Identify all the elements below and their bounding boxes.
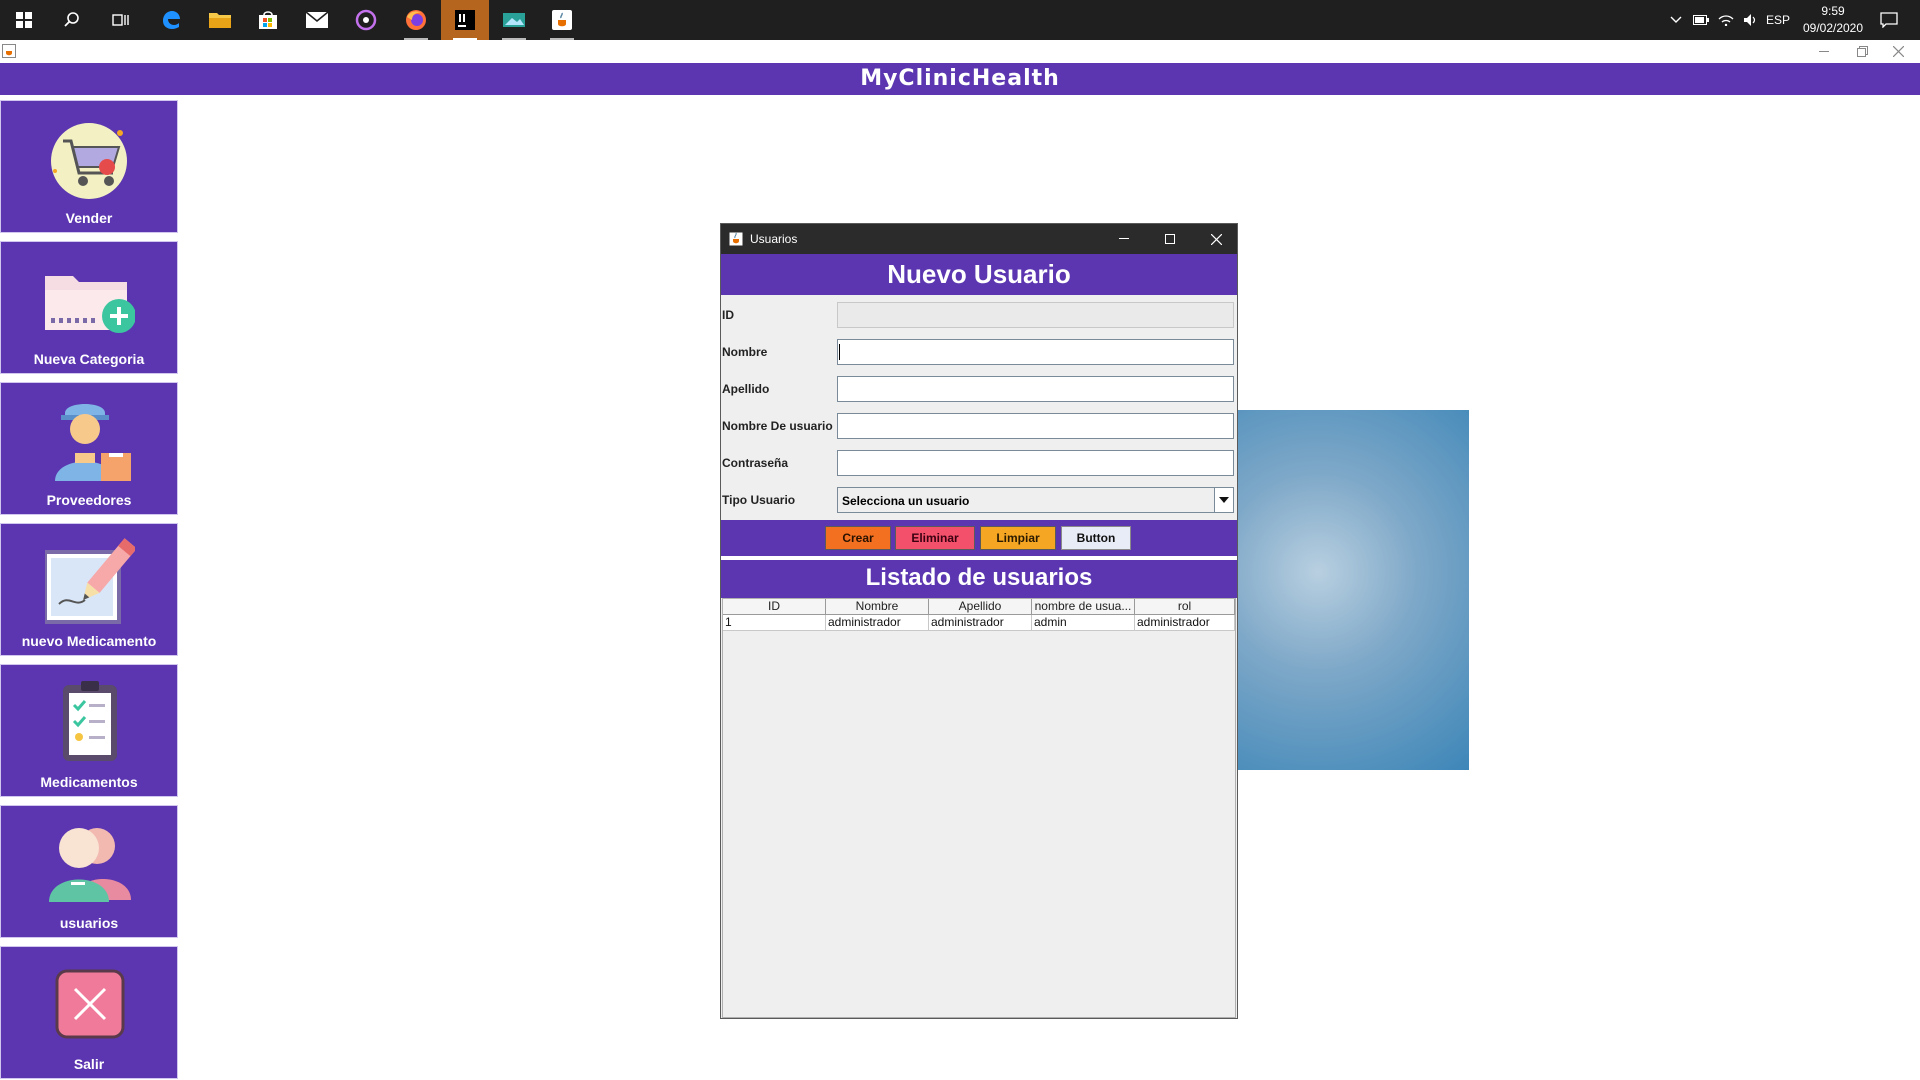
close-button[interactable] (1193, 224, 1239, 254)
form-row-nombre: Nombre (721, 336, 1237, 366)
chevron-up-icon[interactable] (1663, 0, 1689, 40)
column-header-id[interactable]: ID (723, 599, 826, 615)
sidebar-item-label: Proveedores (46, 492, 132, 508)
table-cell: 1 (723, 615, 826, 631)
java-app-icon[interactable] (538, 0, 586, 40)
java-app-icon (2, 44, 16, 58)
close-button[interactable] (1880, 40, 1916, 63)
form-row-tipo: Tipo Usuario Selecciona un usuario (721, 484, 1237, 514)
windows-start-icon[interactable] (0, 0, 48, 40)
restore-button[interactable] (1844, 40, 1880, 63)
minimize-button[interactable] (1806, 40, 1842, 63)
table-header: ID Nombre Apellido nombre de usua... rol (723, 599, 1235, 615)
table-cell: administrador (929, 615, 1032, 631)
apellido-field[interactable] (837, 376, 1234, 402)
action-button-bar: Crear Eliminar Limpiar Button (721, 520, 1237, 556)
sidebar-item-label: usuarios (59, 915, 119, 931)
tipo-usuario-selected: Selecciona un usuario (842, 494, 970, 508)
clock[interactable]: 9:59 09/02/2020 (1796, 3, 1870, 37)
sidebar-item-nuevo-medicamento[interactable]: nuevo Medicamento (0, 523, 178, 656)
language-indicator[interactable]: ESP (1763, 0, 1793, 40)
column-header-rol[interactable]: rol (1135, 599, 1235, 615)
maximize-button[interactable] (1147, 224, 1193, 254)
eliminar-button[interactable]: Eliminar (895, 526, 975, 550)
nombre-field[interactable] (837, 339, 1234, 365)
volume-icon[interactable] (1739, 0, 1763, 40)
java-app-icon (729, 232, 743, 246)
limpiar-button[interactable]: Limpiar (980, 526, 1056, 550)
column-header-apellido[interactable]: Apellido (929, 599, 1032, 615)
tipo-usuario-select[interactable]: Selecciona un usuario (837, 487, 1234, 513)
image-viewer-icon[interactable] (490, 0, 538, 40)
app-titlebar (0, 40, 1920, 63)
usuarios-table[interactable]: ID Nombre Apellido nombre de usua... rol… (722, 598, 1236, 1018)
search-icon[interactable] (48, 0, 96, 40)
form-row-id: ID (721, 299, 1237, 329)
form-row-apellido: Apellido (721, 373, 1237, 403)
clipboard-checklist-icon (45, 675, 135, 765)
window-title: Usuarios (750, 232, 798, 246)
sidebar-item-medicamentos[interactable]: Medicamentos (0, 664, 178, 797)
sidebar-item-proveedores[interactable]: Proveedores (0, 382, 178, 515)
windows-taskbar: ESP 9:59 09/02/2020 (0, 0, 1920, 40)
close-x-icon (45, 957, 135, 1047)
sidebar-item-vender[interactable]: Vender (0, 100, 178, 233)
shopping-cart-icon (45, 111, 135, 201)
generic-button[interactable]: Button (1061, 526, 1131, 550)
users-icon (45, 816, 135, 906)
chevron-down-icon[interactable] (1214, 488, 1233, 512)
clock-time: 9:59 (1821, 4, 1845, 18)
edge-browser-icon[interactable] (147, 0, 195, 40)
list-header: Listado de usuarios (721, 560, 1237, 598)
id-field (837, 302, 1234, 328)
sidebar-item-label: Medicamentos (40, 774, 138, 790)
task-view-icon[interactable] (96, 0, 144, 40)
sidebar-item-nueva-categoria[interactable]: Nueva Categoria (0, 241, 178, 374)
password-label: Contraseña (722, 456, 789, 470)
app-brand-title: MyClinicHealth (0, 63, 1920, 95)
text-cursor (839, 344, 840, 360)
firefox-icon[interactable] (392, 0, 440, 40)
intellij-icon[interactable] (441, 0, 489, 40)
notification-icon[interactable] (1871, 0, 1907, 40)
table-cell: administrador (1135, 615, 1235, 631)
media-player-icon[interactable] (342, 0, 390, 40)
folder-add-icon (45, 252, 136, 342)
sidebar: Vender Nueva Categoria Proveedores nuevo… (0, 100, 200, 1080)
sidebar-item-label: Salir (73, 1056, 105, 1072)
usuarios-window: Usuarios Nuevo Usuario ID Nombre Apellid… (720, 223, 1238, 1019)
crear-button[interactable]: Crear (825, 526, 891, 550)
sidebar-item-label: Nueva Categoria (33, 351, 145, 367)
minimize-button[interactable] (1101, 224, 1147, 254)
nombre-label: Nombre (722, 345, 768, 359)
tipo-usuario-label: Tipo Usuario (722, 493, 796, 507)
window-titlebar[interactable]: Usuarios (721, 224, 1237, 254)
id-label: ID (722, 308, 734, 322)
wifi-icon[interactable] (1713, 0, 1739, 40)
table-row[interactable]: 1 administrador administrador admin admi… (723, 615, 1235, 631)
column-header-nombre[interactable]: Nombre (826, 599, 929, 615)
sidebar-item-label: nuevo Medicamento (21, 633, 157, 649)
sidebar-item-usuarios[interactable]: usuarios (0, 805, 178, 938)
battery-icon[interactable] (1689, 0, 1713, 40)
usuario-field[interactable] (837, 413, 1234, 439)
form-row-password: Contraseña (721, 447, 1237, 477)
mail-icon[interactable] (293, 0, 341, 40)
sidebar-item-salir[interactable]: Salir (0, 946, 178, 1079)
form-row-usuario: Nombre De usuario (721, 410, 1237, 440)
form-header: Nuevo Usuario (721, 254, 1237, 295)
usuario-label: Nombre De usuario (722, 419, 833, 433)
password-field[interactable] (837, 450, 1234, 476)
delivery-person-icon (45, 393, 135, 483)
table-cell: administrador (826, 615, 929, 631)
column-header-usuario[interactable]: nombre de usua... (1032, 599, 1135, 615)
apellido-label: Apellido (722, 382, 770, 396)
file-explorer-icon[interactable] (196, 0, 244, 40)
clock-date: 09/02/2020 (1802, 21, 1864, 35)
sidebar-item-label: Vender (65, 210, 113, 226)
store-icon[interactable] (244, 0, 292, 40)
table-cell: admin (1032, 615, 1135, 631)
desktop-background-image (1237, 410, 1469, 770)
edit-pencil-icon (43, 534, 137, 624)
